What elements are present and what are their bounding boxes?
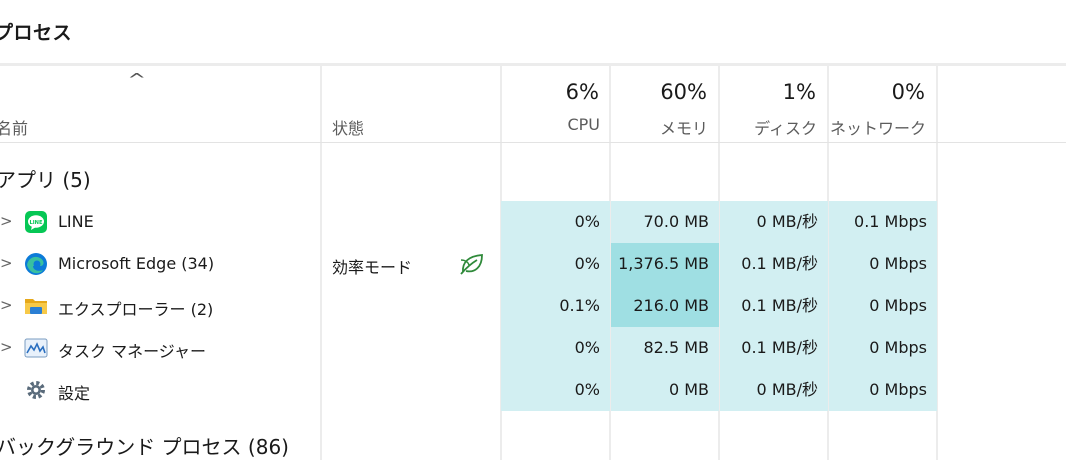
network-cell: 0 Mbps bbox=[829, 369, 937, 411]
network-cell: 0 Mbps bbox=[829, 285, 937, 327]
memory-cell: 0 MB bbox=[611, 369, 719, 411]
cpu-total-percent[interactable]: 6% bbox=[501, 80, 599, 104]
header-bottom-divider bbox=[0, 142, 1066, 143]
process-name: エクスプローラー (2) bbox=[58, 300, 214, 319]
cpu-cell: 0.1% bbox=[501, 285, 610, 327]
efficiency-leaf-icon bbox=[460, 254, 483, 275]
network-cell: 0.1 Mbps bbox=[829, 201, 937, 243]
network-total-percent[interactable]: 0% bbox=[829, 80, 925, 104]
disk-cell: 0 MB/秒 bbox=[720, 369, 828, 411]
svg-text:LINE: LINE bbox=[29, 220, 43, 226]
process-name: Microsoft Edge (34) bbox=[58, 254, 215, 273]
process-name: LINE bbox=[58, 212, 94, 231]
page-title: プロセス bbox=[0, 22, 73, 44]
cpu-cell: 0% bbox=[501, 201, 610, 243]
chevron-right-icon[interactable]: > bbox=[0, 254, 13, 272]
sort-caret-icon[interactable]: ^ bbox=[127, 70, 146, 89]
column-header-status[interactable]: 状態 bbox=[332, 115, 364, 139]
chevron-right-icon[interactable]: > bbox=[0, 212, 13, 230]
memory-cell: 70.0 MB bbox=[611, 201, 719, 243]
memory-total-percent[interactable]: 60% bbox=[611, 80, 707, 104]
edge-icon bbox=[25, 253, 47, 275]
disk-cell: 0.1 MB/秒 bbox=[720, 285, 828, 327]
process-name: 設定 bbox=[58, 384, 91, 403]
header-top-divider bbox=[0, 63, 1066, 66]
column-header-disk[interactable]: ディスク bbox=[720, 115, 817, 139]
memory-cell: 1,376.5 MB bbox=[611, 243, 719, 285]
memory-cell: 82.5 MB bbox=[611, 327, 719, 369]
status-text: 効率モード bbox=[332, 258, 413, 277]
cpu-cell: 0% bbox=[501, 327, 610, 369]
disk-cell: 0 MB/秒 bbox=[720, 201, 828, 243]
settings-gear-icon bbox=[27, 381, 45, 399]
column-header-name[interactable]: 名前 bbox=[0, 115, 28, 139]
column-header-cpu[interactable]: CPU bbox=[501, 115, 600, 134]
cpu-cell: 0% bbox=[501, 243, 610, 285]
disk-cell: 0.1 MB/秒 bbox=[720, 327, 828, 369]
network-cell: 0 Mbps bbox=[829, 327, 937, 369]
column-header-network[interactable]: ネットワーク bbox=[829, 115, 926, 139]
disk-total-percent[interactable]: 1% bbox=[720, 80, 816, 104]
memory-cell: 216.0 MB bbox=[611, 285, 719, 327]
network-cell: 0 Mbps bbox=[829, 243, 937, 285]
chevron-right-icon[interactable]: > bbox=[0, 296, 13, 314]
column-header-memory[interactable]: メモリ bbox=[611, 115, 708, 139]
chevron-right-icon[interactable]: > bbox=[0, 338, 13, 356]
cpu-cell: 0% bbox=[501, 369, 610, 411]
disk-cell: 0.1 MB/秒 bbox=[720, 243, 828, 285]
task-manager-icon bbox=[24, 338, 48, 358]
line-app-icon: LINE bbox=[25, 211, 47, 233]
folder-icon bbox=[25, 299, 47, 314]
group-header-background[interactable]: バックグラウンド プロセス (86) bbox=[0, 431, 289, 460]
group-header-apps[interactable]: アプリ (5) bbox=[0, 164, 91, 193]
process-name: タスク マネージャー bbox=[58, 342, 206, 361]
column-divider[interactable] bbox=[320, 66, 322, 460]
